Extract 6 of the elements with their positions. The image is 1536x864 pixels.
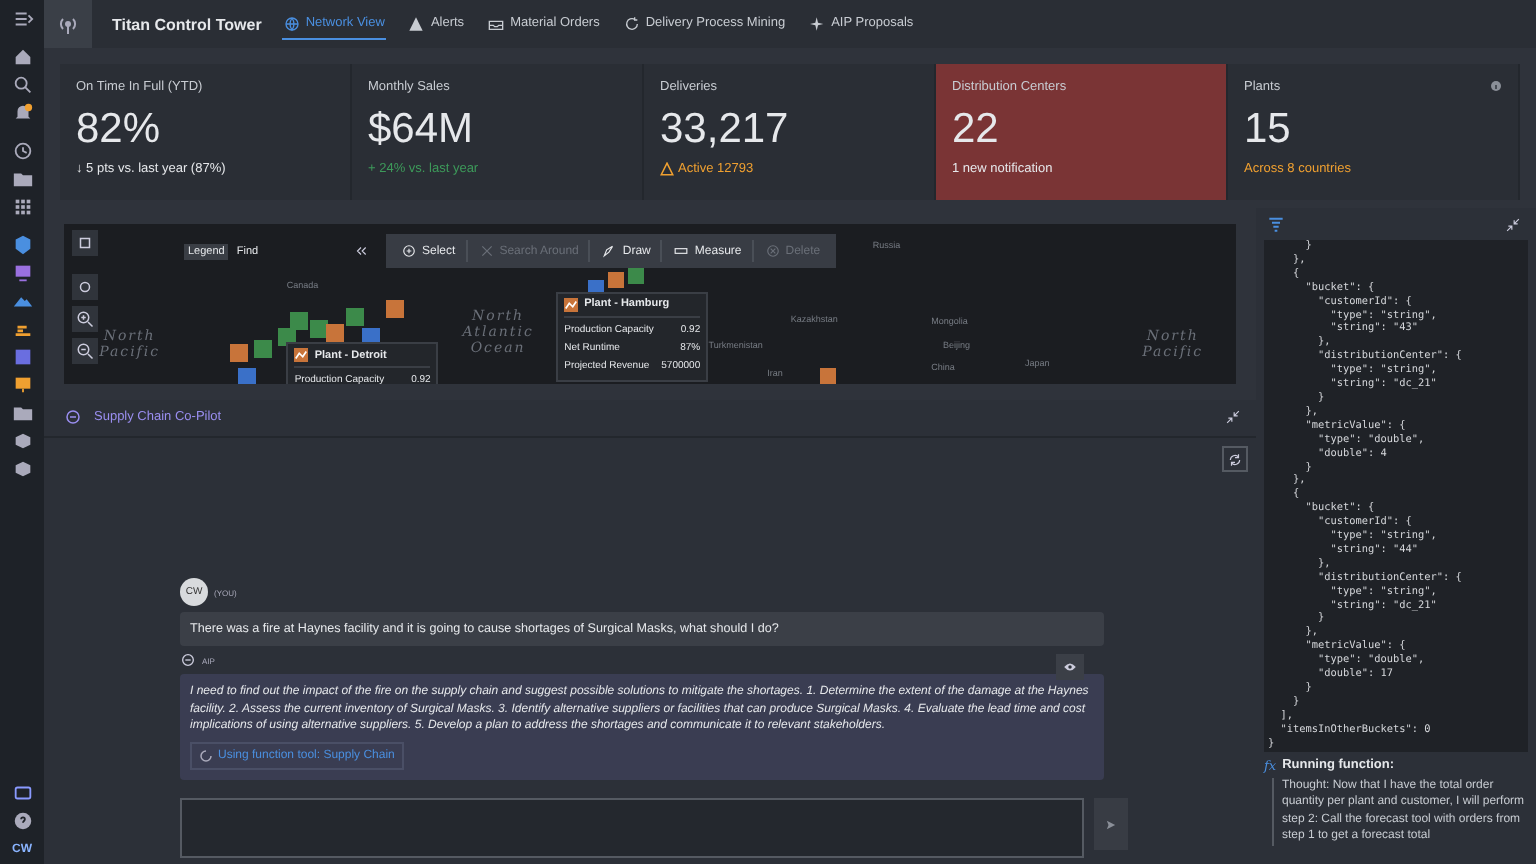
kpi-value: 15 <box>1244 106 1293 154</box>
kpi-value: 33,217 <box>660 106 791 154</box>
app-title: Titan Control Tower <box>112 15 262 33</box>
kpi-value: 82% <box>76 106 163 154</box>
kpi-value: 22 <box>952 106 1001 154</box>
kpi-value: $64M <box>368 106 476 154</box>
